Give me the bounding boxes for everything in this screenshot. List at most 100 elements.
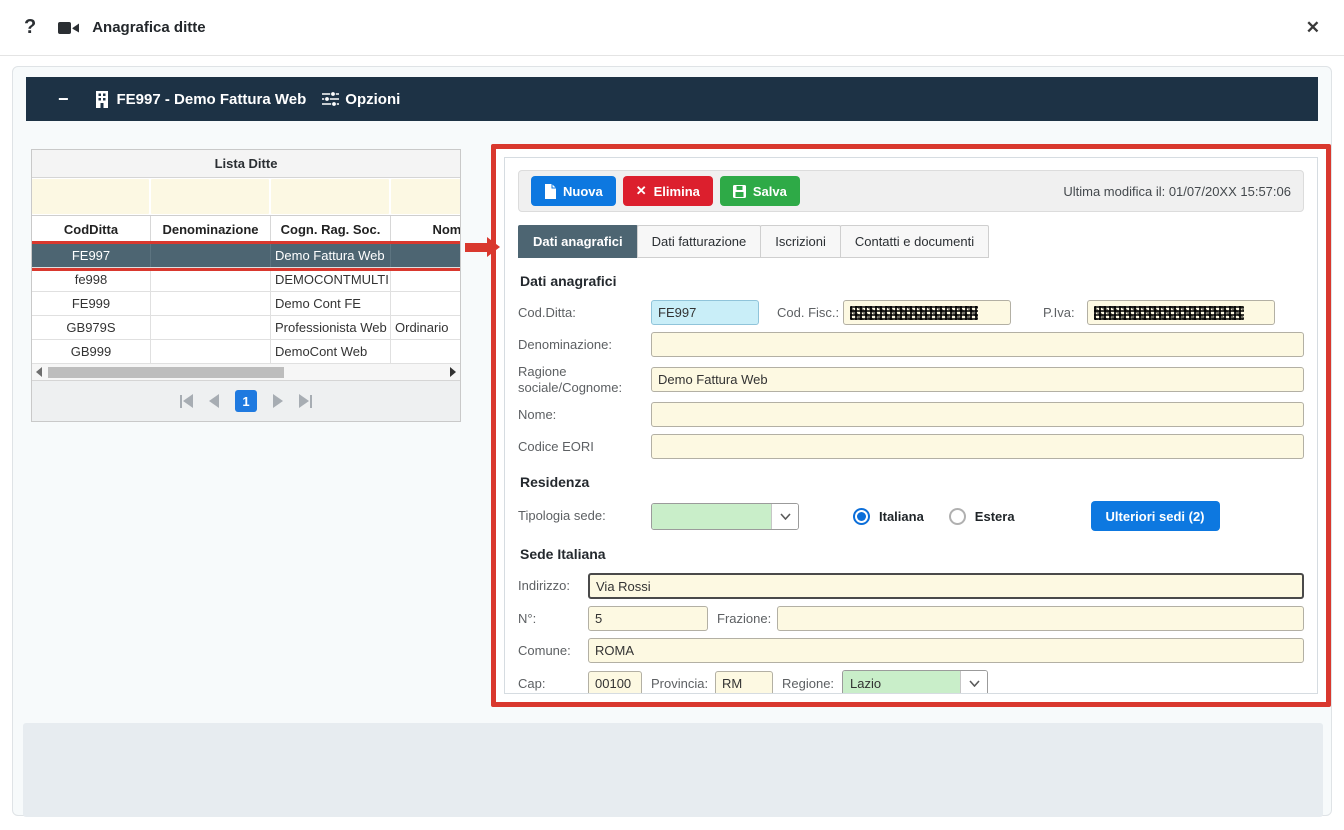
scroll-left-icon[interactable] [36,367,42,377]
filter-input-codditta[interactable] [32,179,149,214]
tab-iscrizioni[interactable]: Iscrizioni [760,225,841,258]
comune-field[interactable] [588,638,1304,664]
companies-list: Lista Ditte CodDitta Denominazione Cogn.… [31,149,461,422]
help-icon[interactable]: ? [24,16,36,39]
numero-civico-label: N°: [518,610,537,626]
codditta-field[interactable] [651,300,759,325]
nome-label: Nome: [518,406,557,422]
tab-dati-anagrafici[interactable]: Dati anagrafici [518,225,638,258]
codditta-label: Cod.Ditta: [518,304,576,320]
table-row-selected[interactable]: FE997 Demo Fattura Web [32,241,460,271]
codice-eori-label: Codice EORI [518,438,594,454]
redacted-value [1094,305,1244,320]
cell-ragsoc: DemoCont Web [271,340,391,363]
table-row[interactable]: FE999 Demo Cont FE [32,292,460,316]
cell-nome [391,268,460,291]
main-card: − FE997 - Demo Fattura Web Opzioni Lista… [12,66,1332,817]
indirizzo-label: Indirizzo: [518,578,571,594]
table-row[interactable]: fe998 DEMOCONTMULTI [32,268,460,292]
filter-input-ragsoc[interactable] [271,179,389,214]
footer-strip [23,723,1323,817]
column-header-ragsoc[interactable]: Cogn. Rag. Soc. [271,216,391,243]
cell-nome [391,244,460,267]
section-title-dati-anagrafici: Dati anagrafici [520,273,617,289]
horizontal-scrollbar[interactable] [32,364,460,381]
company-bar: − FE997 - Demo Fattura Web Opzioni [26,77,1318,121]
piva-field[interactable] [1087,300,1275,325]
list-caption: Lista Ditte [32,150,460,178]
video-camera-icon [58,20,80,36]
frazione-field[interactable] [777,606,1304,632]
first-page-button[interactable] [180,394,193,408]
frazione-label: Frazione: [717,611,772,627]
cap-field[interactable] [588,671,642,693]
filter-row [32,178,460,216]
prev-page-button[interactable] [209,394,219,408]
column-header-denominazione[interactable]: Denominazione [151,216,271,243]
tipologia-sede-select[interactable] [651,502,799,530]
cell-nome [391,292,460,315]
chevron-down-icon [960,671,987,693]
delete-button-label: Elimina [653,183,700,199]
new-button-label: Nuova [563,183,603,199]
denominazione-label: Denominazione: [518,336,612,352]
cell-denominazione [151,292,271,315]
delete-button[interactable]: ✕ Elimina [622,176,713,206]
tab-dati-fatturazione[interactable]: Dati fatturazione [636,225,762,258]
file-icon [545,183,556,199]
nome-field[interactable] [651,402,1304,428]
floppy-icon [732,184,746,198]
last-modified-text: Ultima modifica il: 01/07/20XX 15:57:06 [1063,183,1291,199]
save-button[interactable]: Salva [719,176,800,206]
cell-codditta: GB979S [32,316,151,339]
ragione-sociale-field[interactable] [651,367,1304,393]
radio-italiana-label[interactable]: Italiana [879,509,924,524]
current-page-button[interactable]: 1 [235,390,257,412]
next-page-button[interactable] [273,394,283,408]
column-header-nome[interactable]: Nome [391,216,460,243]
new-button[interactable]: Nuova [531,176,616,206]
radio-estera[interactable] [948,507,966,525]
filter-input-nome[interactable] [391,179,460,214]
section-title-residenza: Residenza [520,474,590,491]
provincia-field[interactable] [715,671,773,693]
cell-ragsoc: Demo Fattura Web [271,244,391,267]
last-page-button[interactable] [299,394,312,408]
comune-label: Comune: [518,642,571,658]
list-header-row: CodDitta Denominazione Cogn. Rag. Soc. N… [32,216,460,244]
table-row[interactable]: GB999 DemoCont Web [32,340,460,364]
numero-civico-field[interactable] [588,606,708,632]
scroll-right-icon[interactable] [450,367,456,377]
options-button[interactable]: Opzioni [345,91,400,108]
codice-eori-field[interactable] [651,434,1304,460]
radio-estera-label[interactable]: Estera [975,509,1015,524]
radio-italiana[interactable] [853,507,870,525]
indirizzo-field[interactable] [588,573,1304,600]
sliders-icon[interactable] [322,91,340,107]
ulteriori-sedi-button[interactable]: Ulteriori sedi (2) [1090,501,1220,532]
annotation-arrow-icon [465,237,500,257]
cell-codditta: GB999 [32,340,151,363]
denominazione-field[interactable] [651,332,1304,357]
close-icon[interactable]: ✕ [1306,18,1320,38]
cap-label: Cap: [518,675,546,691]
collapse-icon[interactable]: − [58,89,69,110]
tab-bar: Dati anagrafici Dati fatturazione Iscriz… [518,225,1304,258]
detail-panel-annotation: Nuova ✕ Elimina Salva Ultima modifica il… [491,144,1331,707]
scrollbar-thumb[interactable] [48,367,284,378]
app-header: ? Anagrafica ditte ✕ [0,0,1344,56]
table-row[interactable]: GB979S Professionista Web Ordinario [32,316,460,340]
codfisc-field[interactable] [843,300,1011,325]
tab-contatti-documenti[interactable]: Contatti e documenti [839,225,990,258]
filter-input-denominazione[interactable] [151,179,269,214]
ragione-sociale-label: Ragione sociale/Cognome: [518,364,623,395]
toolbar: Nuova ✕ Elimina Salva Ultima modifica il… [518,170,1304,212]
company-bar-title: FE997 - Demo Fattura Web [116,90,307,108]
x-icon: ✕ [635,183,647,198]
cell-ragsoc: Professionista Web [271,316,391,339]
cell-nome: Ordinario [391,316,460,339]
regione-select[interactable]: Lazio [842,670,988,693]
pagination: 1 [32,381,460,421]
column-header-codditta[interactable]: CodDitta [32,216,151,243]
cell-denominazione [151,244,271,267]
